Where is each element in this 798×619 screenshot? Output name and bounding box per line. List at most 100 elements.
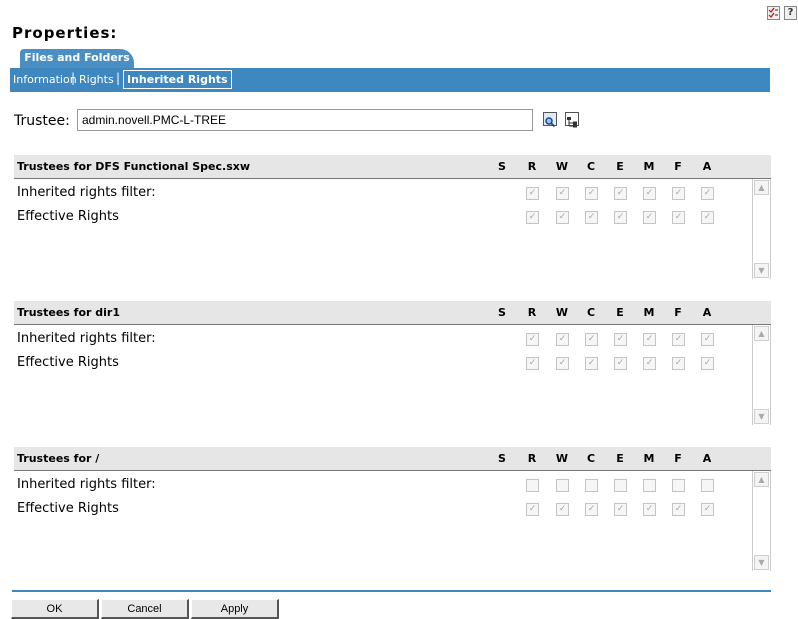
rights-checkbox-a[interactable]: ✓: [701, 211, 714, 224]
rights-checkbox-m[interactable]: ✓: [643, 211, 656, 224]
subnav-separator: |: [71, 71, 76, 85]
rights-checkbox-w[interactable]: [556, 479, 569, 492]
rights-checkbox-e[interactable]: ✓: [614, 187, 627, 200]
rights-row-label: Inherited rights filter:: [17, 477, 156, 492]
rights-column-r: R: [527, 452, 537, 465]
rights-checkbox-f[interactable]: ✓: [672, 333, 685, 346]
rights-column-w: W: [555, 160, 569, 173]
rights-column-f: F: [674, 160, 682, 173]
apply-button[interactable]: Apply: [191, 599, 279, 619]
rights-column-e: E: [616, 160, 624, 173]
rights-checkbox-w[interactable]: ✓: [556, 211, 569, 224]
scrollbar[interactable]: ▲ ▼: [752, 179, 771, 279]
rights-checkbox-r[interactable]: ✓: [526, 503, 539, 516]
rights-column-w: W: [555, 452, 569, 465]
rights-column-c: C: [586, 452, 596, 465]
rights-checkbox-c[interactable]: ✓: [585, 187, 598, 200]
rights-checkbox-a[interactable]: ✓: [701, 187, 714, 200]
section-title: Trustees for /: [17, 452, 100, 465]
rights-checkbox-r[interactable]: ✓: [526, 187, 539, 200]
rights-checkbox-r[interactable]: ✓: [526, 357, 539, 370]
rights-column-s: S: [498, 452, 506, 465]
rights-checkbox-m[interactable]: [643, 479, 656, 492]
rights-row-label: Inherited rights filter:: [17, 185, 156, 200]
rights-checkbox-c[interactable]: [585, 479, 598, 492]
rights-checkbox-c[interactable]: ✓: [585, 211, 598, 224]
rights-checkbox-e[interactable]: ✓: [614, 357, 627, 370]
cancel-button[interactable]: Cancel: [101, 599, 189, 619]
rights-checkbox-c[interactable]: ✓: [585, 357, 598, 370]
rights-checkbox-e[interactable]: [614, 479, 627, 492]
subnav-information[interactable]: Information: [13, 73, 77, 86]
scroll-up-icon[interactable]: ▲: [754, 180, 769, 195]
subnav-rights[interactable]: Rights: [79, 73, 114, 86]
rights-checkbox-m[interactable]: ✓: [643, 333, 656, 346]
rights-column-w: W: [555, 306, 569, 319]
page-title: Properties:: [12, 24, 118, 42]
rights-column-m: M: [643, 160, 655, 173]
rights-checkbox-f[interactable]: ✓: [672, 187, 685, 200]
help-icon[interactable]: ?: [784, 6, 797, 20]
rights-column-s: S: [498, 160, 506, 173]
rights-checkbox-a[interactable]: ✓: [701, 357, 714, 370]
rights-column-c: C: [586, 160, 596, 173]
rights-column-r: R: [527, 306, 537, 319]
scroll-up-icon[interactable]: ▲: [754, 326, 769, 341]
rights-checkbox-e[interactable]: ✓: [614, 333, 627, 346]
rights-checkbox-m[interactable]: ✓: [643, 503, 656, 516]
rights-row-label: Effective Rights: [17, 501, 119, 516]
rights-column-m: M: [643, 452, 655, 465]
scroll-down-icon[interactable]: ▼: [754, 555, 769, 570]
section-title: Trustees for dir1: [17, 306, 120, 319]
subnav-separator: |: [116, 71, 121, 85]
scroll-down-icon[interactable]: ▼: [754, 263, 769, 278]
rights-column-s: S: [498, 306, 506, 319]
rights-column-a: A: [702, 306, 712, 319]
rights-checkbox-m[interactable]: ✓: [643, 187, 656, 200]
rights-checkbox-w[interactable]: ✓: [556, 187, 569, 200]
checklist-icon[interactable]: [767, 6, 780, 20]
rights-column-c: C: [586, 306, 596, 319]
rights-checkbox-a[interactable]: ✓: [701, 333, 714, 346]
rights-row-label: Inherited rights filter:: [17, 331, 156, 346]
rights-checkbox-e[interactable]: ✓: [614, 503, 627, 516]
rights-checkbox-e[interactable]: ✓: [614, 211, 627, 224]
rights-checkbox-w[interactable]: ✓: [556, 333, 569, 346]
section-title: Trustees for DFS Functional Spec.sxw: [17, 160, 250, 173]
rights-checkbox-f[interactable]: [672, 479, 685, 492]
browse-tree-icon[interactable]: [565, 112, 579, 128]
rights-checkbox-r[interactable]: ✓: [526, 333, 539, 346]
subnav-bar: Information | Rights | Inherited Rights: [10, 68, 770, 92]
section-header: Trustees for / S R W C E M F A: [14, 447, 771, 471]
tab-files-and-folders[interactable]: Files and Folders: [20, 49, 134, 69]
scrollbar[interactable]: ▲ ▼: [752, 325, 771, 425]
search-icon[interactable]: [543, 112, 557, 128]
rights-checkbox-m[interactable]: ✓: [643, 357, 656, 370]
rights-checkbox-r[interactable]: ✓: [526, 211, 539, 224]
rights-checkbox-f[interactable]: ✓: [672, 211, 685, 224]
rights-checkbox-a[interactable]: [701, 479, 714, 492]
ok-button[interactable]: OK: [11, 599, 99, 619]
rights-checkbox-a[interactable]: ✓: [701, 503, 714, 516]
rights-row-label: Effective Rights: [17, 209, 119, 224]
rights-checkbox-w[interactable]: ✓: [556, 357, 569, 370]
rights-column-a: A: [702, 160, 712, 173]
rights-column-r: R: [527, 160, 537, 173]
rights-checkbox-f[interactable]: ✓: [672, 503, 685, 516]
rights-column-e: E: [616, 452, 624, 465]
rights-column-e: E: [616, 306, 624, 319]
rights-column-f: F: [674, 452, 682, 465]
subnav-inherited-rights[interactable]: Inherited Rights: [123, 70, 232, 89]
rights-checkbox-f[interactable]: ✓: [672, 357, 685, 370]
rights-checkbox-c[interactable]: ✓: [585, 333, 598, 346]
rights-column-m: M: [643, 306, 655, 319]
scrollbar[interactable]: ▲ ▼: [752, 471, 771, 571]
trustee-input[interactable]: [77, 109, 533, 131]
scroll-down-icon[interactable]: ▼: [754, 409, 769, 424]
scroll-up-icon[interactable]: ▲: [754, 472, 769, 487]
section-header: Trustees for DFS Functional Spec.sxw S R W C…: [14, 155, 771, 179]
rights-row-label: Effective Rights: [17, 355, 119, 370]
rights-checkbox-r[interactable]: [526, 479, 539, 492]
rights-checkbox-w[interactable]: ✓: [556, 503, 569, 516]
rights-checkbox-c[interactable]: ✓: [585, 503, 598, 516]
